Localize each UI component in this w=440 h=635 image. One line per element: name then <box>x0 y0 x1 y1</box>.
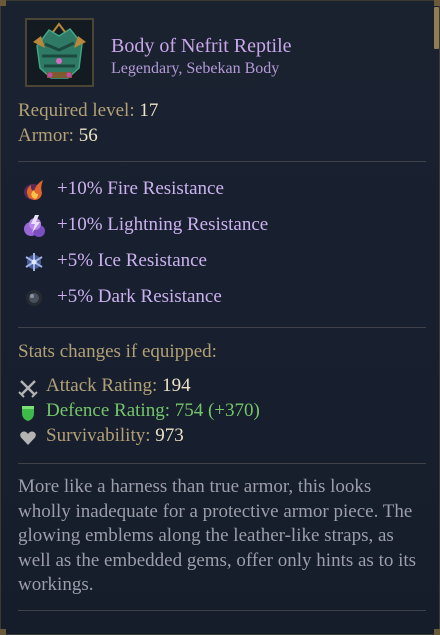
armor: Armor: 56 <box>18 125 98 147</box>
fire-icon <box>20 176 48 204</box>
stat-label: Attack Rating: <box>46 375 163 396</box>
resistance-row-lightning: +10% Lightning Resistance <box>20 212 420 240</box>
stat-row-defence: Defence Rating: 754 (+370) <box>18 400 418 424</box>
ice-icon <box>20 248 48 276</box>
frame-corner-bottom-right <box>434 629 440 635</box>
item-description: More like a harness than true armor, thi… <box>18 476 417 596</box>
armor-value: 56 <box>78 125 98 146</box>
stat-label: Survivability: <box>46 425 156 446</box>
stat-value: 973 <box>155 425 184 446</box>
stat-row-survivability: Survivability: 973 <box>18 425 418 449</box>
crossed-swords-icon <box>18 378 38 398</box>
resistance-row-fire: +10% Fire Resistance <box>20 176 420 204</box>
divider <box>18 161 426 162</box>
required-level: Required level: 17 <box>18 100 158 122</box>
armor-label: Armor: <box>18 125 79 146</box>
resistance-label: +10% Lightning Resistance <box>57 214 269 235</box>
resistance-row-ice: +5% Ice Resistance <box>20 248 420 276</box>
item-rarity: Legendary, Sebekan Body <box>111 60 280 77</box>
required-level-value: 17 <box>139 100 159 121</box>
frame-corner-bottom-left <box>0 629 6 635</box>
divider <box>18 610 426 611</box>
resistance-label: +10% Fire Resistance <box>57 178 224 199</box>
stats-heading: Stats changes if equipped: <box>18 341 217 362</box>
heart-icon <box>18 428 38 448</box>
shield-icon <box>18 403 38 423</box>
stat-value: 754 (+370) <box>174 400 260 421</box>
stat-text: Survivability: 973 <box>46 425 184 447</box>
nefrit-reptile-armor-icon <box>25 18 94 87</box>
item-header: Body of Nefrit Reptile Legendary, Sebeka… <box>25 18 425 93</box>
item-tooltip: Body of Nefrit Reptile Legendary, Sebeka… <box>0 0 440 635</box>
frame-corner-top-left <box>0 0 6 6</box>
stat-value: 194 <box>162 375 191 396</box>
divider <box>18 463 426 464</box>
divider <box>18 327 426 328</box>
resistance-row-dark: +5% Dark Resistance <box>20 284 420 312</box>
stat-text: Defence Rating: 754 (+370) <box>46 400 260 422</box>
lightning-icon <box>20 212 48 240</box>
required-level-label: Required level: <box>18 100 140 121</box>
frame-corner-top-right <box>434 0 440 6</box>
stat-row-attack: Attack Rating: 194 <box>18 375 418 399</box>
resistance-label: +5% Dark Resistance <box>57 286 222 307</box>
stat-text: Attack Rating: 194 <box>46 375 191 397</box>
dark-icon <box>20 284 48 312</box>
stat-label: Defence Rating: <box>46 400 175 421</box>
resistance-label: +5% Ice Resistance <box>57 250 207 271</box>
item-name: Body of Nefrit Reptile <box>111 35 292 57</box>
scrollbar-thumb[interactable] <box>434 7 439 49</box>
